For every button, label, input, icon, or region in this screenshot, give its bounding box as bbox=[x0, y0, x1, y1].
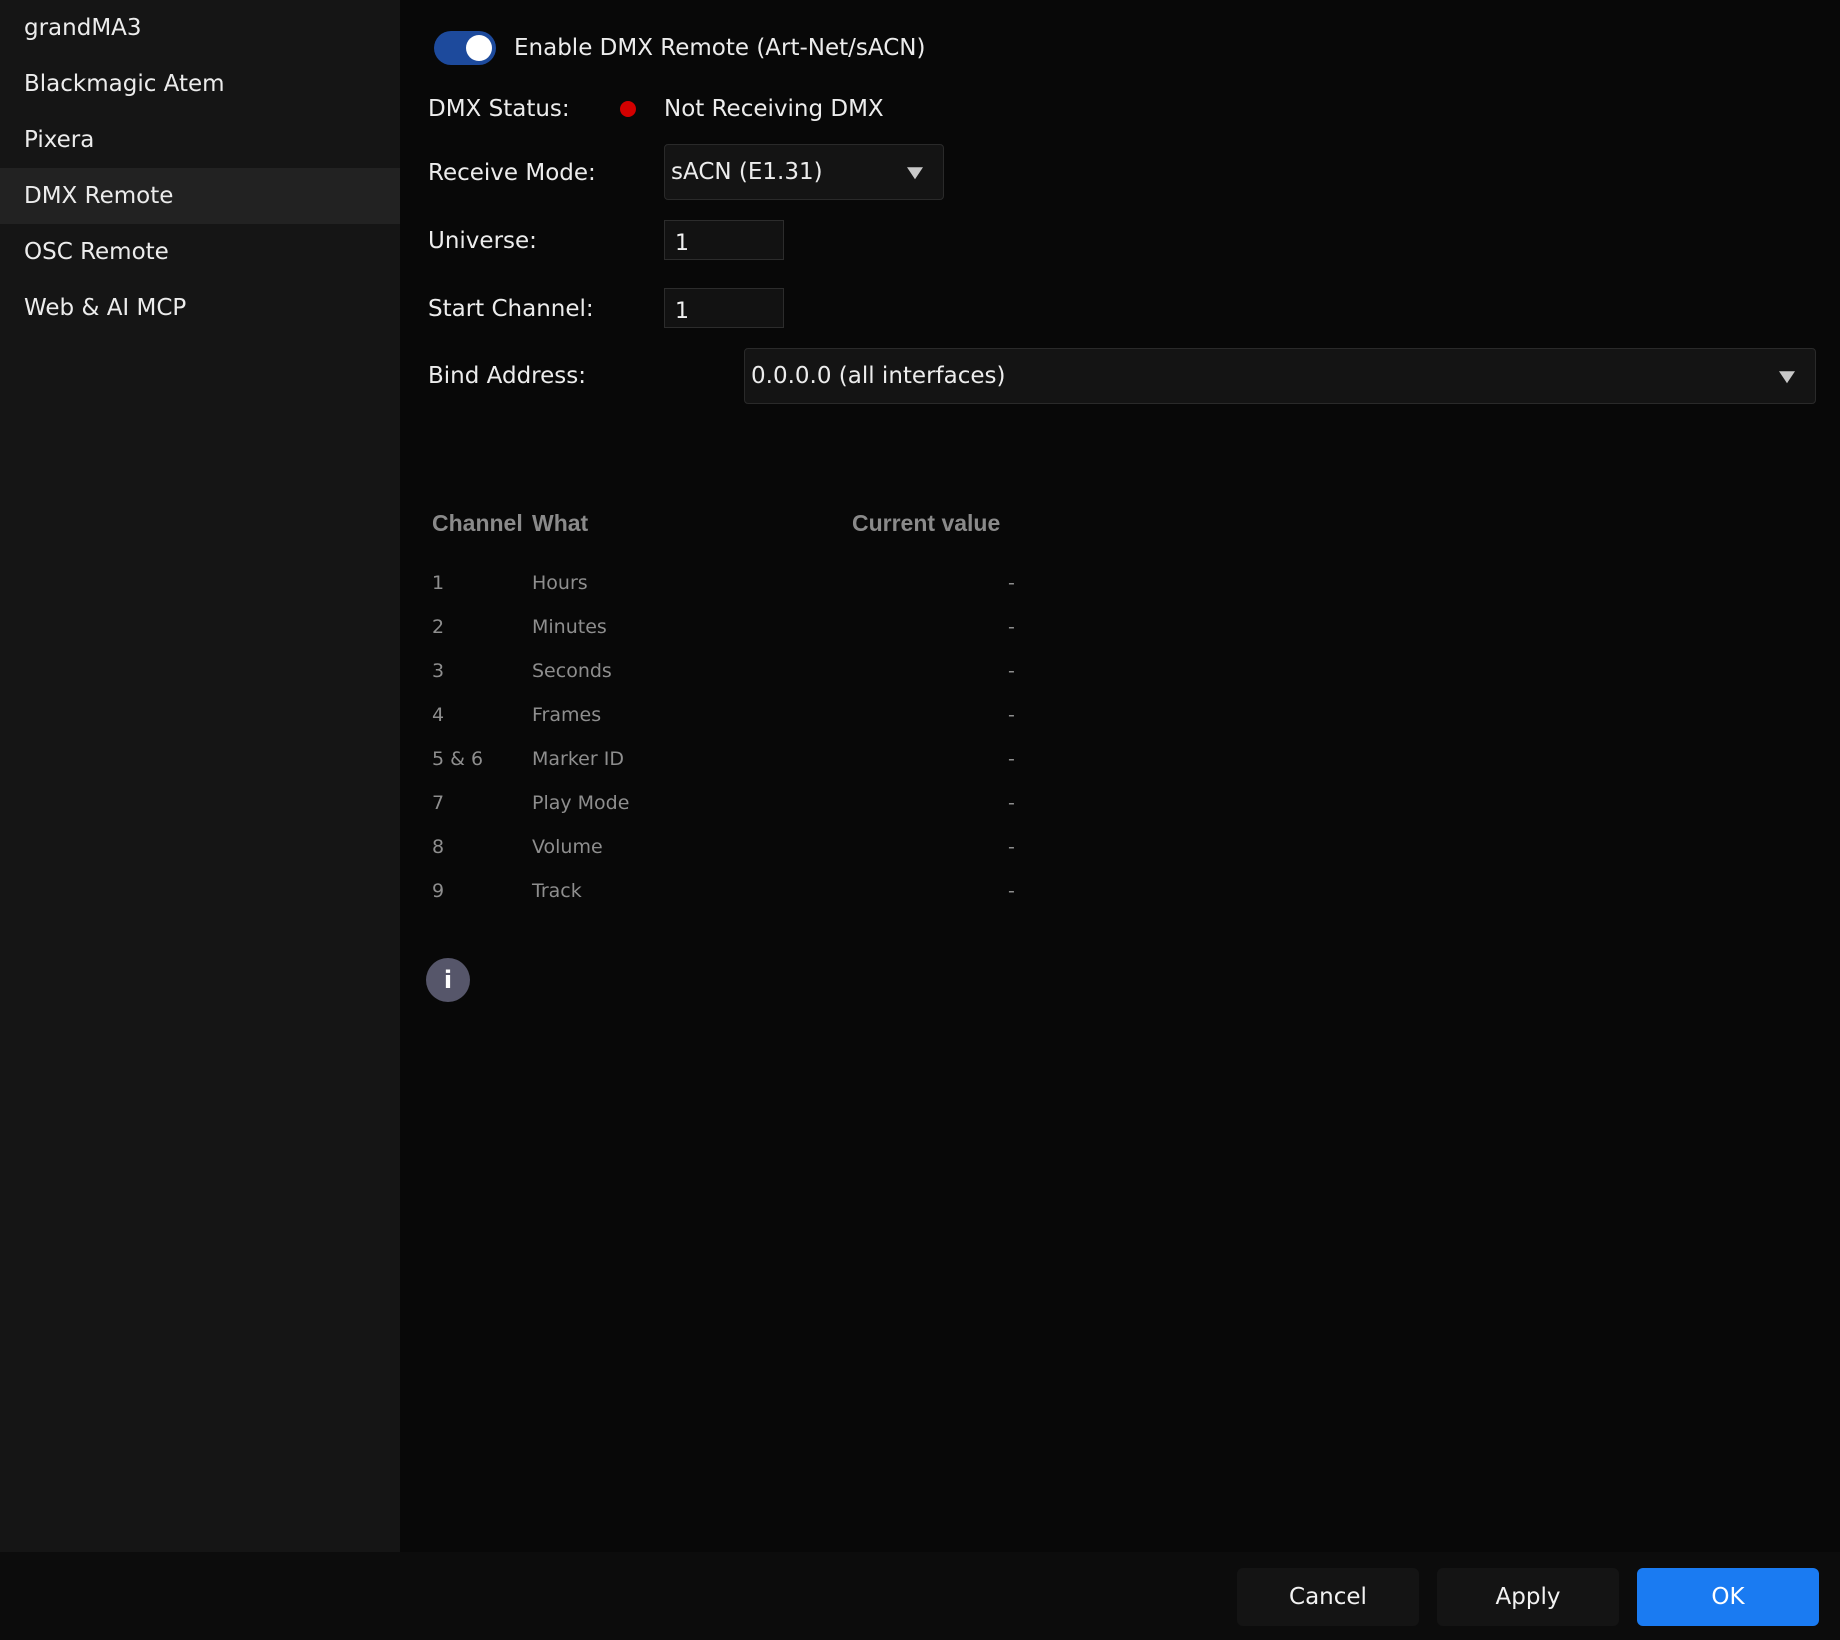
bind-address-label: Bind Address: bbox=[428, 363, 587, 389]
settings-window: grandMA3 Blackmagic Atem Pixera DMX Remo… bbox=[0, 0, 1840, 1640]
value-cell: - bbox=[1008, 792, 1015, 814]
bind-address-value: 0.0.0.0 (all interfaces) bbox=[751, 363, 1006, 389]
enable-dmx-toggle[interactable] bbox=[434, 31, 496, 65]
receive-mode-label: Receive Mode: bbox=[428, 160, 596, 186]
enable-dmx-label: Enable DMX Remote (Art-Net/sACN) bbox=[514, 35, 926, 61]
universe-label: Universe: bbox=[428, 228, 537, 254]
sidebar-item-grandma3[interactable]: grandMA3 bbox=[0, 0, 400, 56]
channel-cell: 1 bbox=[432, 572, 445, 594]
sidebar: grandMA3 Blackmagic Atem Pixera DMX Remo… bbox=[0, 0, 400, 1552]
table-row: 3 Seconds - bbox=[432, 660, 1032, 704]
value-cell: - bbox=[1008, 880, 1015, 902]
status-dot-icon bbox=[620, 101, 636, 117]
receive-mode-row: Receive Mode: bbox=[428, 157, 596, 189]
sidebar-item-pixera[interactable]: Pixera bbox=[0, 112, 400, 168]
sidebar-item-osc-remote[interactable]: OSC Remote bbox=[0, 224, 400, 280]
what-cell: Hours bbox=[532, 572, 588, 594]
what-cell: Seconds bbox=[532, 660, 612, 682]
bind-address-row: Bind Address: bbox=[428, 360, 586, 392]
table-row: 2 Minutes - bbox=[432, 616, 1032, 660]
chevron-down-icon bbox=[907, 167, 923, 180]
table-row: 1 Hours - bbox=[432, 572, 1032, 616]
value-cell: - bbox=[1008, 572, 1015, 594]
what-cell: Play Mode bbox=[532, 792, 630, 814]
what-cell: Frames bbox=[532, 704, 602, 726]
value-cell: - bbox=[1008, 660, 1015, 682]
what-cell: Marker ID bbox=[532, 748, 624, 770]
column-header-channel: Channel bbox=[432, 510, 523, 536]
value-cell: - bbox=[1008, 748, 1015, 770]
bind-address-select[interactable]: 0.0.0.0 (all interfaces) bbox=[744, 348, 1816, 404]
channel-cell: 4 bbox=[432, 704, 445, 726]
universe-row: Universe: bbox=[428, 225, 537, 257]
apply-button[interactable]: Apply bbox=[1437, 1568, 1619, 1626]
enable-row: Enable DMX Remote (Art-Net/sACN) bbox=[428, 31, 925, 65]
what-cell: Track bbox=[532, 880, 582, 902]
chevron-down-icon bbox=[1779, 371, 1795, 384]
start-channel-input[interactable] bbox=[664, 288, 784, 328]
channel-cell: 5 & 6 bbox=[432, 748, 484, 770]
ok-button[interactable]: OK bbox=[1637, 1568, 1819, 1626]
table-row: 4 Frames - bbox=[432, 704, 1032, 748]
value-cell: - bbox=[1008, 616, 1015, 638]
channel-cell: 8 bbox=[432, 836, 445, 858]
receive-mode-select[interactable]: sACN (E1.31) bbox=[664, 144, 944, 200]
what-cell: Minutes bbox=[532, 616, 607, 638]
sidebar-item-dmx-remote[interactable]: DMX Remote bbox=[0, 168, 400, 224]
dmx-remote-panel: Enable DMX Remote (Art-Net/sACN) DMX Sta… bbox=[400, 0, 1840, 1552]
channel-cell: 3 bbox=[432, 660, 445, 682]
table-row: 9 Track - bbox=[432, 880, 1032, 924]
column-header-current-value: Current value bbox=[852, 510, 1001, 536]
channel-cell: 2 bbox=[432, 616, 445, 638]
toggle-knob bbox=[466, 35, 492, 61]
sidebar-item-blackmagic-atem[interactable]: Blackmagic Atem bbox=[0, 56, 400, 112]
channel-cell: 9 bbox=[432, 880, 445, 902]
start-channel-label: Start Channel: bbox=[428, 296, 594, 322]
channel-cell: 7 bbox=[432, 792, 445, 814]
table-row: 7 Play Mode - bbox=[432, 792, 1032, 836]
dmx-status-value: Not Receiving DMX bbox=[664, 96, 884, 122]
dmx-status-label: DMX Status: bbox=[428, 96, 570, 122]
dialog-footer: Cancel Apply OK bbox=[0, 1552, 1840, 1640]
table-row: 5 & 6 Marker ID - bbox=[432, 748, 1032, 792]
value-cell: - bbox=[1008, 704, 1015, 726]
info-icon[interactable]: i bbox=[426, 958, 470, 1002]
sidebar-item-web-ai-mcp[interactable]: Web & AI MCP bbox=[0, 280, 400, 336]
dmx-status-row: DMX Status: Not Receiving DMX bbox=[428, 93, 884, 125]
receive-mode-value: sACN (E1.31) bbox=[671, 159, 823, 185]
value-cell: - bbox=[1008, 836, 1015, 858]
universe-input[interactable] bbox=[664, 220, 784, 260]
start-channel-row: Start Channel: bbox=[428, 293, 594, 325]
column-header-what: What bbox=[532, 510, 589, 536]
table-row: 8 Volume - bbox=[432, 836, 1032, 880]
what-cell: Volume bbox=[532, 836, 603, 858]
cancel-button[interactable]: Cancel bbox=[1237, 1568, 1419, 1626]
